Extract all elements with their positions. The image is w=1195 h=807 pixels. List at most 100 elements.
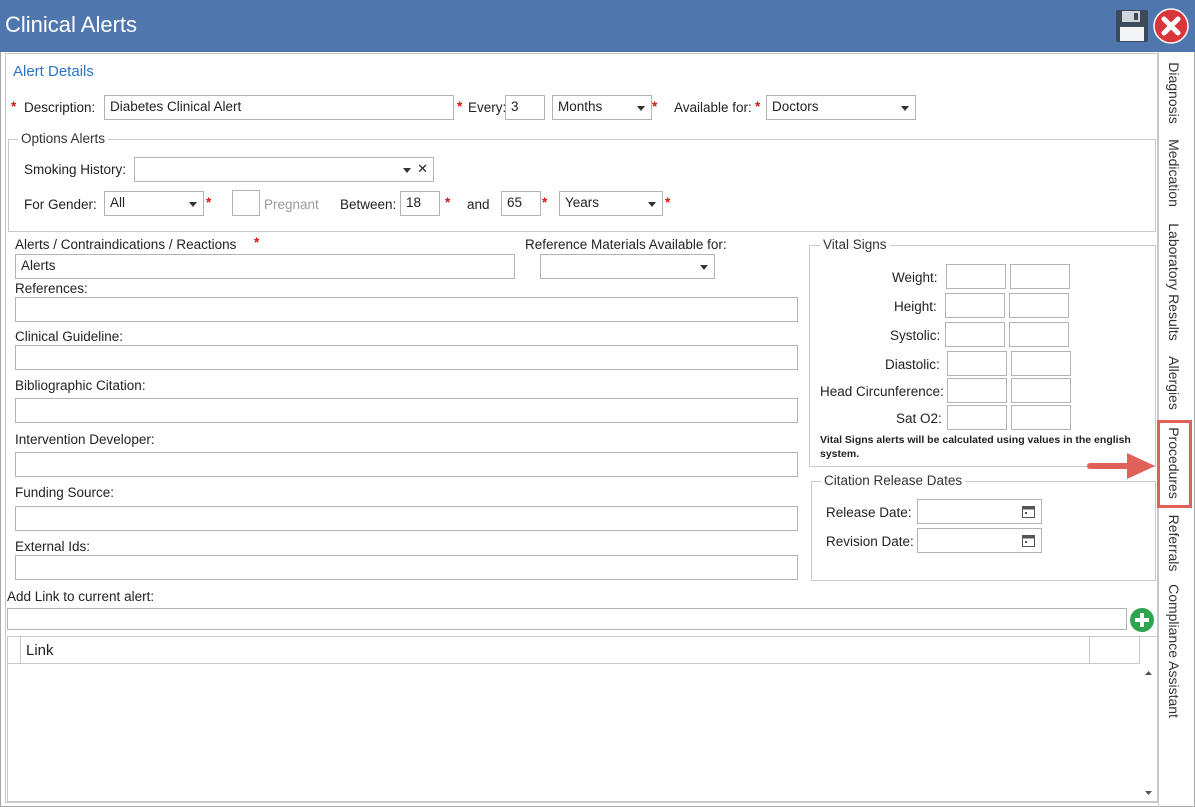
title-bar: [0, 0, 1195, 52]
smoking-history-select[interactable]: ✕: [134, 157, 434, 182]
age-from-input[interactable]: 18: [400, 191, 440, 216]
chevron-down-icon: [637, 106, 645, 111]
plus-icon: [1130, 608, 1154, 632]
every-unit-select[interactable]: Months: [552, 95, 652, 120]
head-circunference-input[interactable]: [947, 378, 1007, 403]
references-label: References:: [15, 281, 88, 296]
save-icon[interactable]: [1115, 9, 1149, 43]
reference-materials-label: Reference Materials Available for:: [525, 237, 727, 252]
close-icon[interactable]: [1153, 8, 1189, 44]
intervention-developer-input[interactable]: [15, 452, 798, 477]
pregnant-label: Pregnant: [264, 197, 319, 212]
links-grid-scrollbar[interactable]: [1141, 665, 1156, 801]
required-marker: *: [11, 99, 17, 114]
clear-icon[interactable]: ✕: [417, 161, 428, 177]
tab-procedures[interactable]: Procedures: [1157, 420, 1192, 508]
description-input[interactable]: Diabetes Clinical Alert: [104, 95, 454, 120]
every-label: Every:: [468, 100, 507, 115]
references-input[interactable]: [15, 297, 798, 322]
pregnant-checkbox[interactable]: [232, 190, 260, 216]
funding-source-input[interactable]: [15, 506, 798, 531]
every-input[interactable]: 3: [505, 95, 545, 120]
tab-medication-label: Medication: [1166, 139, 1182, 207]
age-unit-select[interactable]: Years: [559, 191, 663, 216]
release-date-input[interactable]: [917, 499, 1042, 524]
citation-dates-legend: Citation Release Dates: [821, 473, 966, 488]
tab-laboratory-results[interactable]: Laboratory Results: [1159, 222, 1189, 344]
height-input[interactable]: [945, 293, 1005, 318]
tab-compliance-assistant[interactable]: Compliance Assistant: [1159, 582, 1189, 722]
vital-signs-legend: Vital Signs: [820, 237, 890, 252]
calendar-icon[interactable]: [1022, 505, 1035, 518]
systolic-label: Systolic:: [890, 328, 941, 343]
age-to-input[interactable]: 65: [501, 191, 541, 216]
gender-value: All: [110, 195, 126, 210]
external-ids-label: External Ids:: [15, 539, 91, 554]
head-circunference-input-secondary[interactable]: [1011, 378, 1071, 403]
chevron-down-icon: [700, 265, 708, 270]
links-grid-header: [7, 636, 1140, 664]
height-input-secondary[interactable]: [1009, 293, 1069, 318]
tab-referrals-label: Referrals: [1166, 514, 1182, 572]
add-link-label: Add Link to current alert:: [7, 589, 155, 604]
weight-input[interactable]: [946, 264, 1006, 289]
weight-label: Weight:: [892, 270, 938, 285]
options-alerts-group: [8, 139, 1156, 232]
required-marker: *: [755, 99, 761, 114]
tab-medication[interactable]: Medication: [1159, 135, 1189, 213]
tab-laboratory-results-label: Laboratory Results: [1166, 223, 1182, 341]
available-for-select[interactable]: Doctors: [766, 95, 916, 120]
gender-label: For Gender:: [24, 197, 97, 212]
systolic-input-secondary[interactable]: [1009, 322, 1069, 347]
window-title: Clinical Alerts: [5, 12, 138, 37]
annotation-arrow-icon: [1087, 448, 1159, 484]
alerts-label: Alerts / Contraindications / Reactions: [15, 237, 237, 252]
clinical-guideline-input[interactable]: [15, 345, 798, 370]
link-column-header[interactable]: Link: [26, 642, 54, 659]
bibliographic-citation-label: Bibliographic Citation:: [15, 378, 146, 393]
revision-date-input[interactable]: [917, 528, 1042, 553]
sat-o2-label: Sat O2:: [896, 411, 942, 426]
calendar-icon[interactable]: [1022, 534, 1035, 547]
required-marker: *: [457, 99, 463, 114]
chevron-down-icon: [648, 202, 656, 207]
revision-date-label: Revision Date:: [826, 534, 914, 549]
tab-procedures-label: Procedures: [1166, 427, 1182, 499]
and-label: and: [467, 197, 490, 212]
description-label: Description:: [24, 100, 96, 115]
external-ids-input[interactable]: [15, 555, 798, 580]
tab-diagnosis[interactable]: Diagnosis: [1159, 58, 1189, 128]
reference-materials-select[interactable]: [540, 254, 715, 279]
tab-diagnosis-label: Diagnosis: [1166, 62, 1182, 124]
smoking-history-label: Smoking History:: [24, 162, 127, 177]
sat-o2-input-secondary[interactable]: [1011, 405, 1071, 430]
add-link-button[interactable]: [1129, 607, 1155, 633]
required-marker: *: [542, 195, 548, 210]
available-for-value: Doctors: [772, 99, 819, 114]
add-link-input[interactable]: [7, 608, 1127, 630]
weight-input-secondary[interactable]: [1010, 264, 1070, 289]
sat-o2-input[interactable]: [947, 405, 1007, 430]
chevron-down-icon: [403, 168, 411, 173]
release-date-label: Release Date:: [826, 505, 912, 520]
available-for-label: Available for:: [674, 100, 752, 115]
required-marker: *: [206, 195, 212, 210]
funding-source-label: Funding Source:: [15, 485, 115, 500]
age-unit-value: Years: [565, 195, 600, 210]
diastolic-input[interactable]: [947, 351, 1007, 376]
diastolic-label: Diastolic:: [885, 357, 940, 372]
systolic-input[interactable]: [945, 322, 1005, 347]
alerts-input[interactable]: Alerts: [15, 254, 515, 279]
chevron-down-icon: [901, 106, 909, 111]
bibliographic-citation-input[interactable]: [15, 398, 798, 423]
tab-allergies[interactable]: Allergies: [1159, 352, 1189, 414]
tab-allergies-label: Allergies: [1166, 356, 1182, 410]
height-label: Height:: [894, 299, 937, 314]
gender-select[interactable]: All: [104, 191, 204, 216]
scroll-up-icon: [1145, 671, 1152, 675]
diastolic-input-secondary[interactable]: [1011, 351, 1071, 376]
tab-referrals[interactable]: Referrals: [1159, 512, 1189, 576]
tab-compliance-assistant-label: Compliance Assistant: [1166, 584, 1182, 718]
chevron-down-icon: [189, 202, 197, 207]
section-title-alert-details: Alert Details: [13, 63, 94, 80]
